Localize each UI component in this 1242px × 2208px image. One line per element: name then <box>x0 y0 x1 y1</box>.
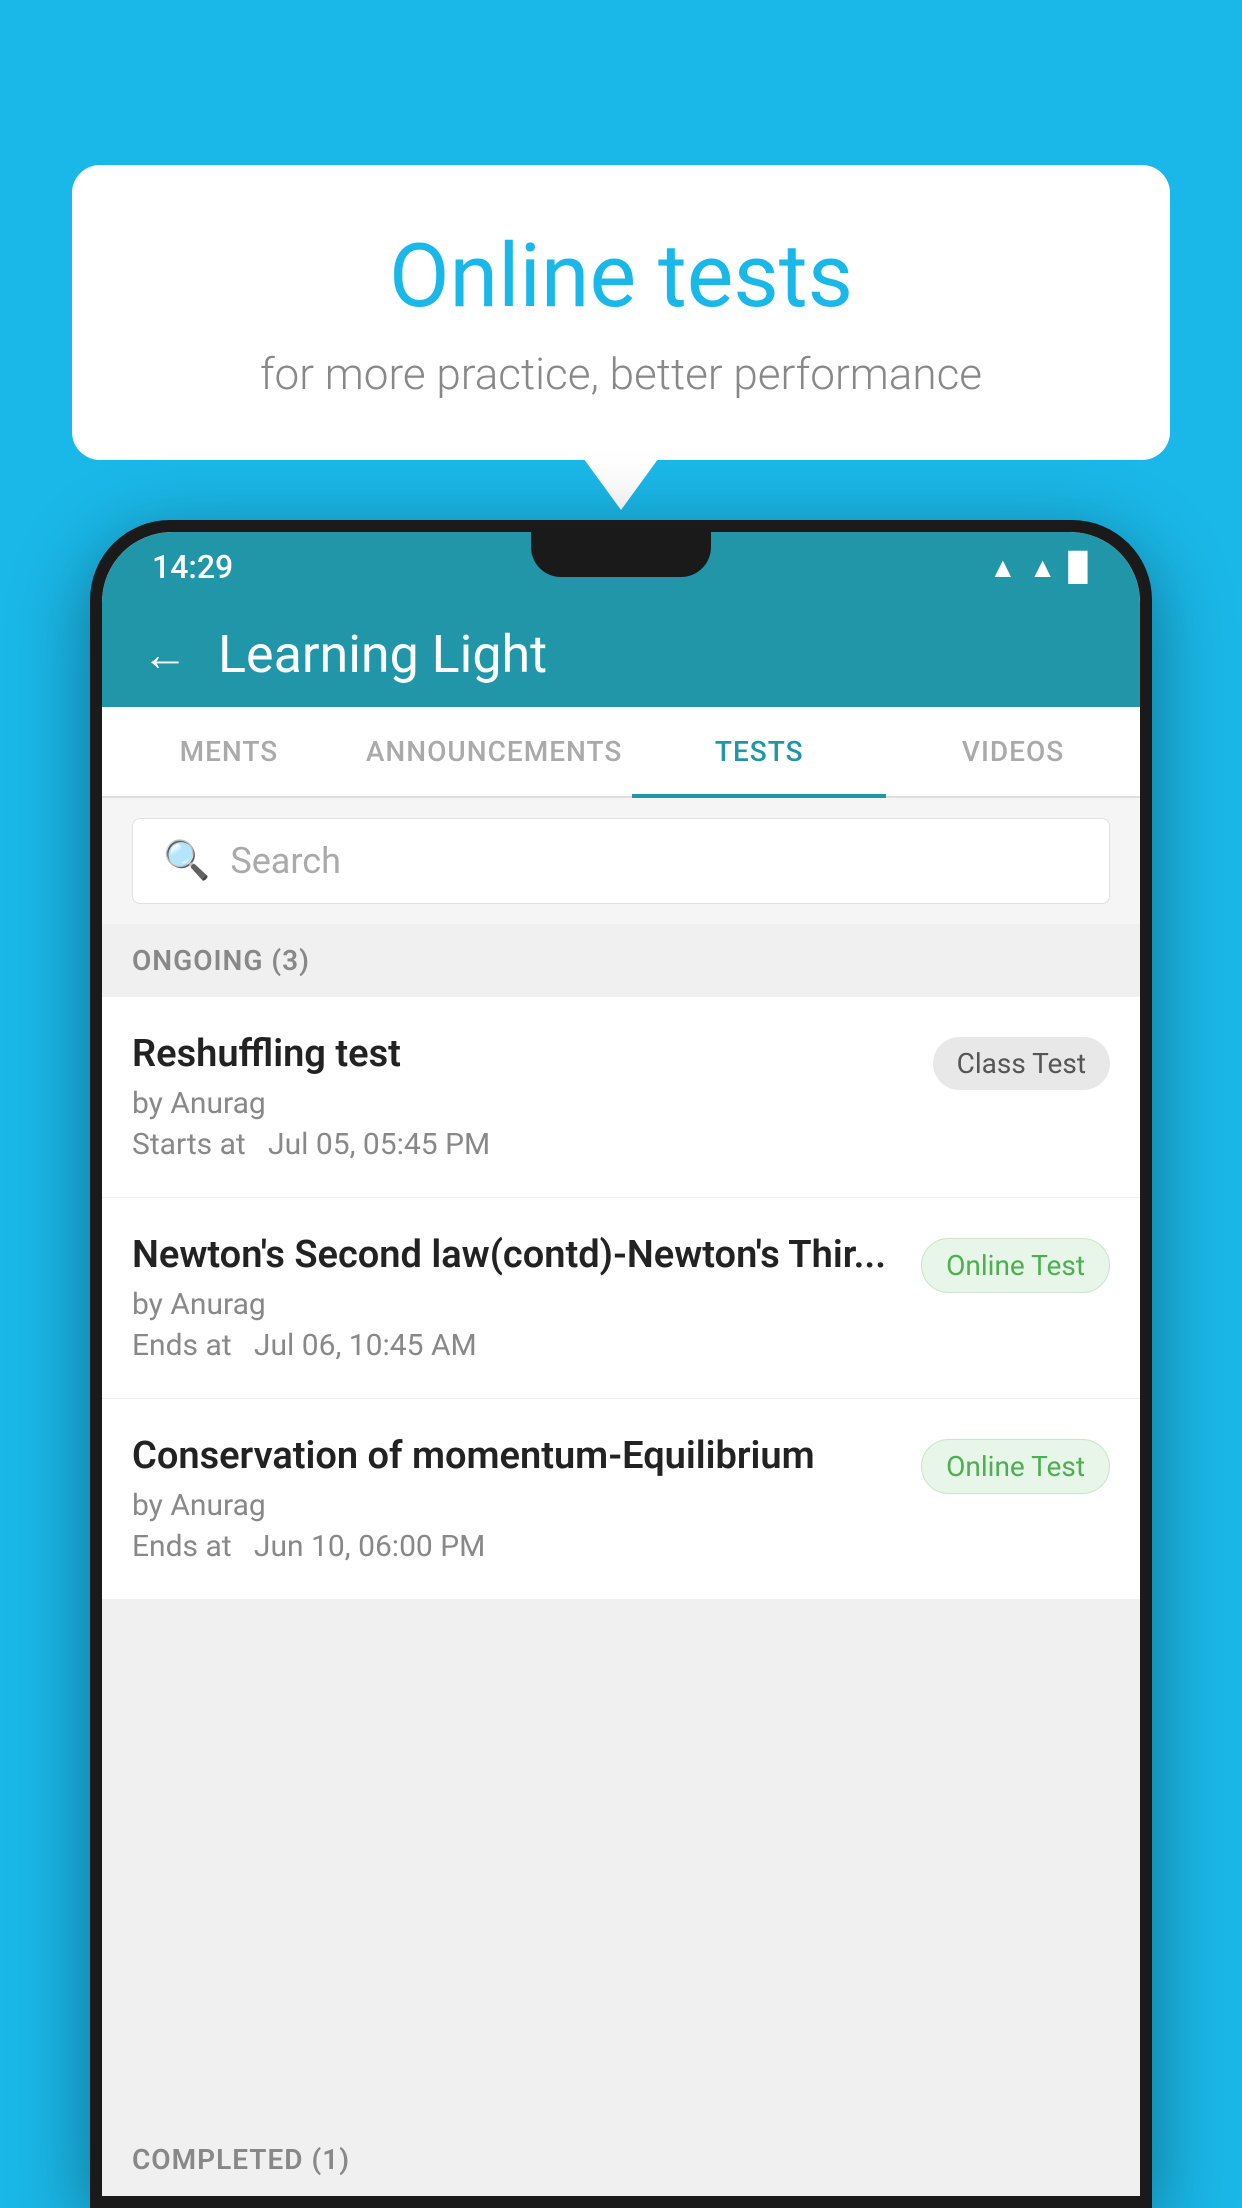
tab-videos[interactable]: VIDEOS <box>886 707 1140 796</box>
test-item[interactable]: Newton's Second law(contd)-Newton's Thir… <box>102 1198 1140 1399</box>
search-icon: 🔍 <box>163 839 210 883</box>
ongoing-section-header: ONGOING (3) <box>102 924 1140 997</box>
tab-ments[interactable]: MENTS <box>102 707 356 796</box>
test-badge-online: Online Test <box>921 1238 1110 1293</box>
battery-icon: ▉ <box>1068 551 1090 584</box>
back-button[interactable]: ← <box>142 627 188 682</box>
test-badge-class: Class Test <box>933 1037 1110 1090</box>
bubble-title: Online tests <box>122 225 1120 328</box>
tab-announcements[interactable]: ANNOUNCEMENTS <box>356 707 632 796</box>
completed-section-header: COMPLETED (1) <box>102 2123 1140 2196</box>
test-info: Reshuffling test by Anurag Starts at Jul… <box>132 1032 913 1162</box>
test-info: Conservation of momentum-Equilibrium by … <box>132 1434 901 1564</box>
test-item[interactable]: Reshuffling test by Anurag Starts at Jul… <box>102 997 1140 1198</box>
tabs-bar: MENTS ANNOUNCEMENTS TESTS VIDEOS <box>102 707 1140 798</box>
test-item[interactable]: Conservation of momentum-Equilibrium by … <box>102 1399 1140 1600</box>
speech-bubble: Online tests for more practice, better p… <box>72 165 1170 460</box>
phone-notch <box>531 532 711 577</box>
test-time: Ends at Jul 06, 10:45 AM <box>132 1328 901 1363</box>
signal-icon: ▲ <box>1029 551 1057 584</box>
test-name: Reshuffling test <box>132 1032 913 1076</box>
test-author: by Anurag <box>132 1287 901 1322</box>
search-container: 🔍 Search <box>102 798 1140 924</box>
search-input[interactable]: Search <box>230 840 341 882</box>
test-badge-online: Online Test <box>921 1439 1110 1494</box>
tab-tests[interactable]: TESTS <box>632 707 886 796</box>
test-name: Conservation of momentum-Equilibrium <box>132 1434 901 1478</box>
phone-container: 14:29 ▲ ▲ ▉ ← Learning Light MENTS ANNOU… <box>90 520 1152 2208</box>
status-icons: ▲ ▲ ▉ <box>989 551 1090 584</box>
phone-inner: 14:29 ▲ ▲ ▉ ← Learning Light MENTS ANNOU… <box>102 532 1140 2196</box>
test-info: Newton's Second law(contd)-Newton's Thir… <box>132 1233 901 1363</box>
status-time: 14:29 <box>152 548 233 586</box>
test-author: by Anurag <box>132 1488 901 1523</box>
search-box[interactable]: 🔍 Search <box>132 818 1110 904</box>
bubble-subtitle: for more practice, better performance <box>122 348 1120 400</box>
wifi-icon: ▲ <box>989 551 1017 584</box>
app-title: Learning Light <box>218 624 547 685</box>
app-header: ← Learning Light <box>102 602 1140 707</box>
test-list: Reshuffling test by Anurag Starts at Jul… <box>102 997 1140 1600</box>
test-time: Starts at Jul 05, 05:45 PM <box>132 1127 913 1162</box>
test-name: Newton's Second law(contd)-Newton's Thir… <box>132 1233 901 1277</box>
test-time: Ends at Jun 10, 06:00 PM <box>132 1529 901 1564</box>
test-author: by Anurag <box>132 1086 913 1121</box>
